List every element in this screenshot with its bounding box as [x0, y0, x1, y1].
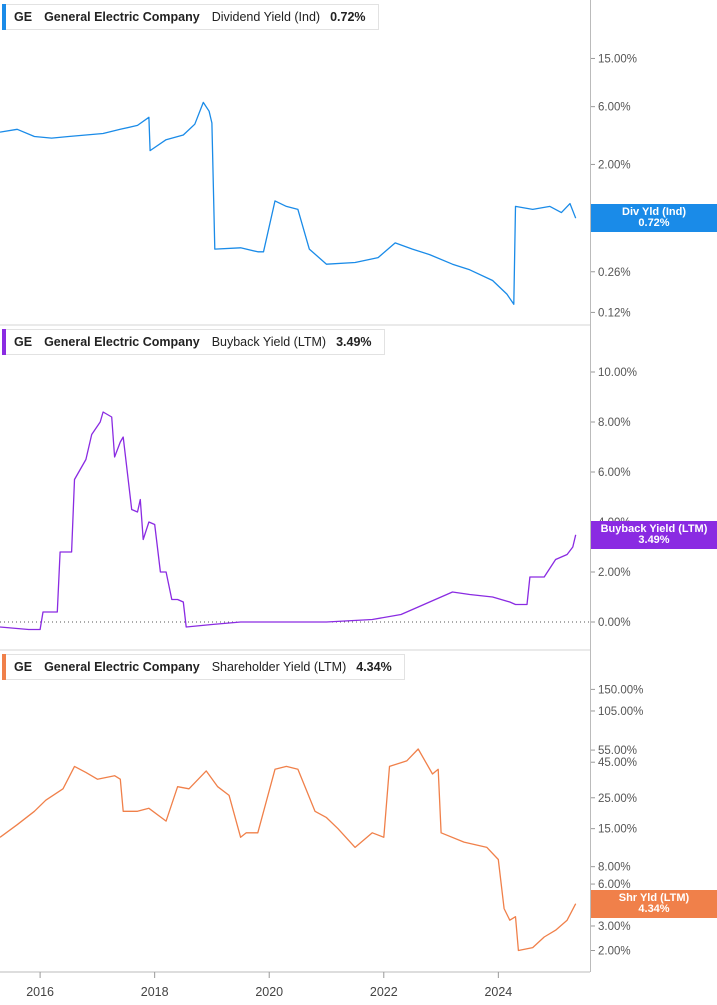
legend-shareholder-yield: GE General Electric Company Shareholder … — [2, 654, 405, 680]
legend-company: General Electric Company — [44, 10, 200, 24]
x-tick-label: 2022 — [370, 985, 398, 999]
legend-company: General Electric Company — [44, 660, 200, 674]
legend-metric: Dividend Yield (Ind) — [211, 10, 321, 24]
value-flag-dividend-yield: Div Yld (Ind) 0.72% — [591, 204, 717, 233]
chart-canvas: 15.00% 6.00% 2.00% 0.72% 0.26% 0.12% 10.00% 8.0… — [0, 0, 643, 999]
flag-value: 3.49% — [638, 533, 670, 546]
legend-ticker: GE — [14, 335, 33, 349]
series-line — [0, 101, 577, 305]
y-tick-label: 0.26% — [598, 267, 631, 279]
legend-color-swatch — [2, 329, 6, 355]
legend-latest-value: 4.34% — [356, 660, 392, 674]
x-tick-label: 2018 — [141, 985, 169, 999]
y-tick-label: 6.00% — [598, 467, 631, 479]
y-tick-label: 25.00% — [598, 793, 637, 805]
y-tick-label: 0.12% — [598, 307, 631, 319]
flag-value: 0.72% — [638, 217, 670, 230]
x-tick-label: 2016 — [26, 985, 54, 999]
y-tick-label: 2.00% — [598, 567, 631, 579]
y-tick-label: 45.00% — [598, 757, 637, 769]
series-line — [0, 411, 577, 631]
legend-company: General Electric Company — [44, 335, 200, 349]
x-tick-label: 2024 — [484, 985, 512, 999]
y-tick-label: 3.00% — [598, 921, 631, 933]
y-tick-label: 8.00% — [598, 862, 631, 874]
y-tick-label: 15.00% — [598, 824, 637, 836]
legend-ticker: GE — [14, 10, 33, 24]
y-tick-label: 2.00% — [598, 946, 631, 958]
y-tick-label: 0.00% — [598, 617, 631, 629]
legend-metric: Shareholder Yield (LTM) — [211, 660, 347, 674]
flag-value: 4.34% — [638, 902, 670, 915]
legend-buyback-yield: GE General Electric Company Buyback Yiel… — [2, 329, 385, 355]
legend-metric: Buyback Yield (LTM) — [211, 335, 327, 349]
legend-color-swatch — [2, 4, 6, 30]
legend-color-swatch — [2, 654, 6, 680]
y-tick-label: 150.00% — [598, 684, 643, 696]
value-flag-buyback-yield: Buyback Yield (LTM) 3.49% — [591, 520, 717, 549]
y-tick-label: 55.00% — [598, 745, 637, 757]
y-tick-label: 8.00% — [598, 417, 631, 429]
flag-label: Shr Yld (LTM) — [618, 891, 690, 904]
legend-latest-value: 3.49% — [336, 335, 372, 349]
y-tick-label: 6.00% — [598, 102, 631, 114]
y-tick-label: 10.00% — [598, 367, 637, 379]
legend-dividend-yield: GE General Electric Company Dividend Yie… — [2, 4, 379, 30]
y-tick-label: 105.00% — [598, 706, 643, 718]
y-tick-label: 15.00% — [598, 53, 637, 65]
series-line — [0, 748, 577, 952]
x-tick-label: 2020 — [255, 985, 283, 999]
legend-latest-value: 0.72% — [330, 10, 366, 24]
y-tick-label: 2.00% — [598, 159, 631, 171]
legend-ticker: GE — [14, 660, 33, 674]
value-flag-shareholder-yield: Shr Yld (LTM) 4.34% — [591, 889, 717, 918]
